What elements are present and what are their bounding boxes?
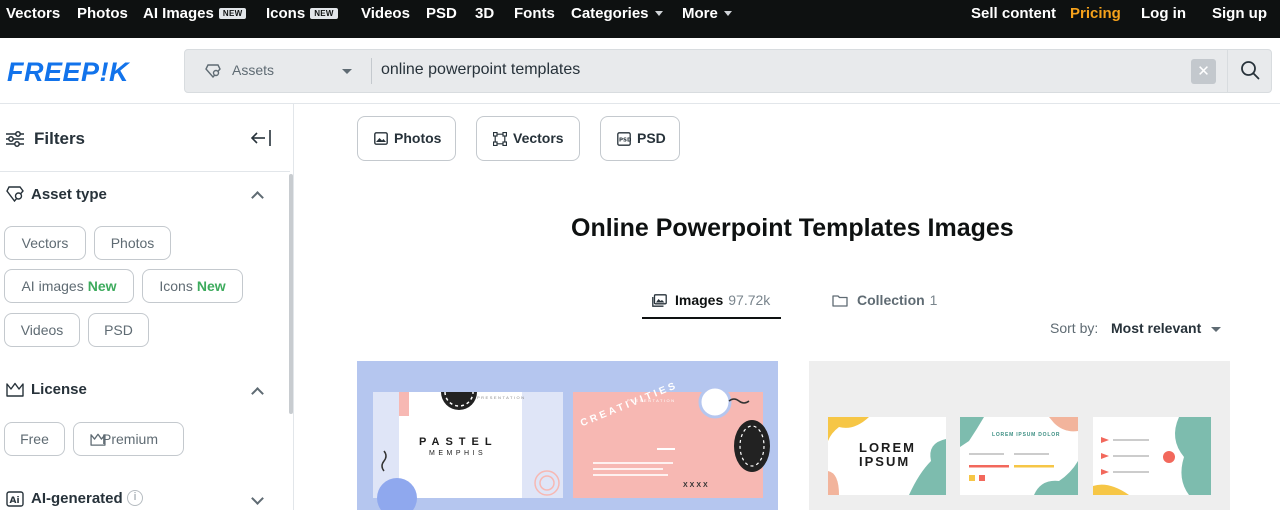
nav-more-label: More [682,5,718,22]
chip-icons[interactable]: Icons New [142,269,243,303]
search-divider [371,58,372,84]
chevron-down-icon [654,11,663,16]
sell-content-link[interactable]: Sell content [971,0,1056,28]
nav-icons-label: Icons [266,5,306,22]
tab-collection[interactable]: Collection 1 [832,292,937,308]
type-button-label: Vectors [513,130,564,146]
asset-type-title: Asset type [31,186,107,203]
chip-label: Premium [102,431,159,447]
psd-file-icon: PSD [617,132,631,146]
new-badge: NEW [310,8,338,19]
pricing-link[interactable]: Pricing [1070,0,1121,28]
nav-3d[interactable]: 3D [475,0,494,28]
type-button-photos[interactable]: Photos [357,116,456,161]
asset-type-icon [6,186,24,202]
chevron-down-icon [342,69,352,74]
vector-icon [493,132,507,146]
asset-scope-label: Assets [232,62,275,78]
chip-premium[interactable]: Premium [73,422,184,456]
license-title: License [31,381,87,398]
new-badge: NEW [218,8,247,19]
type-button-psd[interactable]: PSD PSD [600,116,680,161]
slide-header: PRESENTATION [477,395,526,400]
chip-ai-images[interactable]: AI images New [4,269,134,303]
crown-icon [6,382,24,397]
image-icon [374,132,388,145]
nav-vectors[interactable]: Vectors [6,0,60,28]
tab-label: Images [675,292,724,308]
clear-search-button[interactable]: ✕ [1191,59,1216,84]
type-button-vectors[interactable]: Vectors [476,116,580,161]
new-label: New [87,278,117,294]
chip-videos[interactable]: Videos [4,313,80,347]
sidebar-scrollbar[interactable] [289,174,293,414]
search-input[interactable]: online powerpoint templates [381,61,580,79]
login-link[interactable]: Log in [1141,0,1186,28]
nav-categories[interactable]: Categories [571,0,663,28]
type-button-label: PSD [637,130,666,146]
svg-text:Ai: Ai [10,496,20,506]
slide-title: LOREM IPSUM DOLOR [992,432,1061,438]
tab-count: 1 [929,292,938,308]
chip-vectors[interactable]: Vectors [4,226,86,260]
tab-count: 97.72k [728,292,771,308]
assets-icon [205,64,221,78]
chip-label: AI images [21,278,84,294]
nav-categories-label: Categories [571,5,649,22]
chevron-up-icon[interactable] [251,191,264,204]
sort-by-label: Sort by: [1050,320,1099,336]
info-icon[interactable]: i [127,490,143,506]
search-icon [1241,61,1260,80]
close-icon: ✕ [1197,63,1210,80]
tab-label: Collection [857,292,925,308]
asset-scope-dropdown[interactable]: Assets [185,50,371,92]
filters-title: Filters [34,129,86,148]
collapse-sidebar-icon[interactable] [250,129,272,147]
header: FREEP!K Assets online powerpoint templat… [0,38,1280,104]
filters-icon [6,131,24,147]
search-bar: Assets online powerpoint templates ✕ [184,49,1272,93]
result-card[interactable]: LOREM IPSUM LOREM IPSUM DOLOR [809,361,1230,510]
slide-title: PASTEL [419,436,498,448]
nav-photos[interactable]: Photos [77,0,128,28]
top-navigation-bar: Vectors Photos AI Images NEW Icons NEW Vid… [0,0,1280,38]
freepik-logo[interactable]: FREEP!K [7,57,129,88]
nav-ai-images[interactable]: AI Images NEW [143,0,247,28]
tab-images[interactable]: Images 97.72k [652,292,770,308]
ai-generated-icon: Ai [6,491,24,507]
nav-videos[interactable]: Videos [361,0,410,28]
svg-text:PSD: PSD [619,138,631,144]
nav-fonts[interactable]: Fonts [514,0,555,28]
result-card[interactable]: PASTEL MEMPHIS PRESENTATION PRESENTATION… [357,361,778,510]
image-icon [652,294,667,307]
chip-free[interactable]: Free [4,422,65,456]
slide-title: LOREM [859,440,916,455]
signup-link[interactable]: Sign up [1212,0,1267,28]
new-label: New [196,278,226,294]
page-title: Online Powerpoint Templates Images [571,214,1014,242]
chevron-down-icon [723,11,732,16]
divider [0,171,290,172]
chip-label: Icons [159,278,193,294]
slide-subtitle: IPSUM [859,454,911,469]
chevron-down-icon[interactable] [1211,327,1221,332]
nav-more[interactable]: More [682,0,732,28]
type-button-label: Photos [394,130,442,146]
ai-generated-title: AI-generated [31,490,123,507]
filters-sidebar: Filters Asset type Vectors Photos AI ima… [0,104,294,510]
nav-icons[interactable]: Icons NEW [266,0,338,28]
chip-psd[interactable]: PSD [88,313,149,347]
nav-psd[interactable]: PSD [426,0,457,28]
search-button[interactable] [1227,49,1273,93]
crown-icon [90,433,106,446]
active-tab-indicator [642,317,781,319]
chip-photos[interactable]: Photos [94,226,171,260]
nav-ai-images-label: AI Images [143,5,214,22]
sort-dropdown[interactable]: Most relevant [1111,320,1201,336]
chevron-down-icon[interactable] [251,492,264,505]
slide-mark: XXXX [683,482,710,489]
chevron-up-icon[interactable] [251,387,264,400]
slide-subtitle: MEMPHIS [429,450,487,457]
folder-icon [832,295,848,307]
